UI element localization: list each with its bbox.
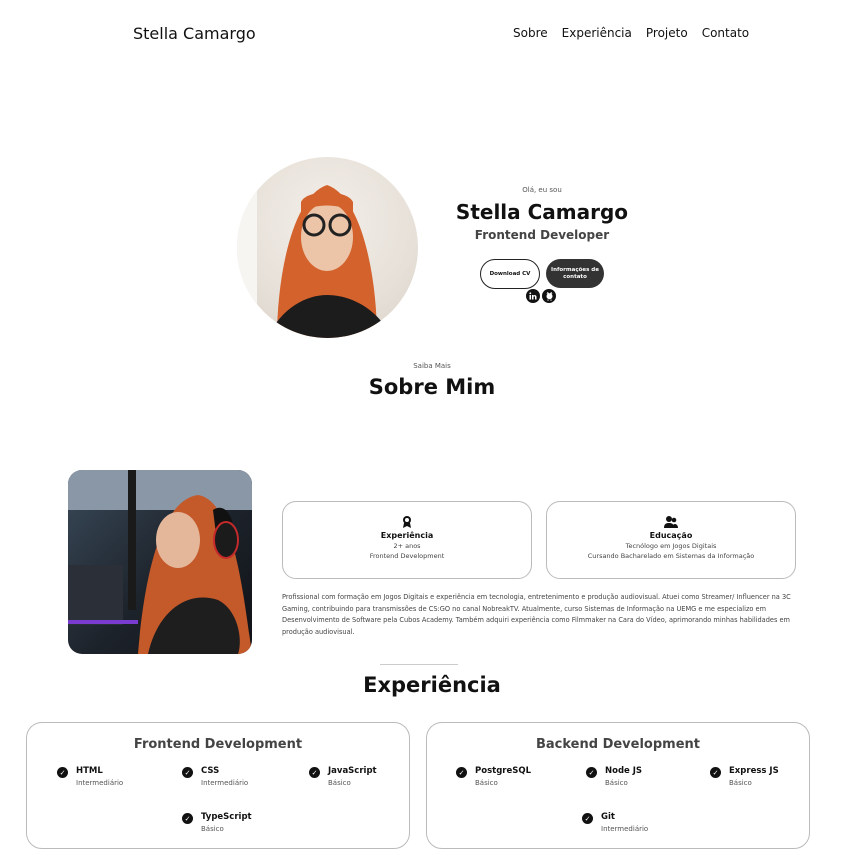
skill-item: ✓ Node JS Básico bbox=[586, 766, 642, 787]
skill-name: HTML bbox=[76, 766, 103, 776]
skill-level: Intermediário bbox=[201, 779, 249, 787]
skill-level: Intermediário bbox=[76, 779, 124, 787]
skill-level: Básico bbox=[605, 779, 628, 787]
check-icon: ✓ bbox=[582, 813, 593, 824]
hero-text: Olá, eu sou Stella Camargo Frontend Deve… bbox=[437, 186, 647, 242]
check-icon: ✓ bbox=[57, 767, 68, 778]
check-icon: ✓ bbox=[182, 767, 193, 778]
experience-card-line: 2+ anos bbox=[393, 542, 421, 550]
skill-level: Básico bbox=[475, 779, 498, 787]
skill-name: Node JS bbox=[605, 766, 643, 776]
education-card: Educação Tecnólogo em Jogos Digitais Cur… bbox=[546, 501, 796, 579]
check-icon: ✓ bbox=[710, 767, 721, 778]
profile-picture bbox=[237, 157, 418, 338]
frontend-skills-card: Frontend Development ✓ HTML Intermediário… bbox=[26, 722, 410, 849]
experience-card: Experiência 2+ anos Frontend Development bbox=[282, 501, 532, 579]
contact-info-button[interactable]: Informações de contato bbox=[546, 259, 604, 288]
hero-role: Frontend Developer bbox=[474, 228, 610, 242]
about-description: Profissional com formação em Jogos Digit… bbox=[282, 593, 791, 636]
nav-item-experiencia[interactable]: Experiência bbox=[562, 26, 632, 40]
skill-item: ✓ PostgreSQL Básico bbox=[456, 766, 531, 787]
skill-name: CSS bbox=[201, 766, 220, 776]
skill-level: Básico bbox=[328, 779, 351, 787]
check-icon: ✓ bbox=[456, 767, 467, 778]
skill-name: TypeScript bbox=[201, 812, 252, 822]
nav-item-contato[interactable]: Contato bbox=[702, 26, 749, 40]
about-title: Sobre Mim bbox=[368, 375, 496, 399]
skill-item: ✓ CSS Intermediário bbox=[182, 766, 248, 787]
award-icon bbox=[283, 514, 531, 528]
experience-card-line: Frontend Development bbox=[369, 552, 445, 560]
social-links bbox=[526, 289, 556, 303]
skill-item: ✓ Git Intermediário bbox=[582, 812, 648, 833]
backend-title: Backend Development bbox=[535, 737, 700, 752]
check-icon: ✓ bbox=[182, 813, 193, 824]
skill-level: Básico bbox=[729, 779, 752, 787]
experience-title: Experiência bbox=[363, 673, 501, 697]
backend-skills-card: Backend Development ✓ PostgreSQL Básico ✓… bbox=[426, 722, 810, 849]
skill-name: JavaScript bbox=[328, 766, 377, 776]
experience-card-title: Experiência bbox=[380, 531, 434, 540]
skill-level: Intermediário bbox=[601, 825, 649, 833]
users-icon bbox=[547, 514, 795, 528]
check-icon: ✓ bbox=[586, 767, 597, 778]
skill-item: ✓ Express JS Básico bbox=[710, 766, 779, 787]
frontend-title: Frontend Development bbox=[133, 737, 303, 752]
skill-item: ✓ TypeScript Básico bbox=[182, 812, 252, 833]
skill-item: ✓ JavaScript Básico bbox=[309, 766, 377, 787]
check-icon: ✓ bbox=[309, 767, 320, 778]
education-card-title: Educação bbox=[649, 531, 693, 540]
skill-name: Express JS bbox=[729, 766, 779, 776]
skill-item: ✓ HTML Intermediário bbox=[57, 766, 123, 787]
hero-greeting: Olá, eu sou bbox=[522, 186, 562, 194]
download-cv-button[interactable]: Download CV bbox=[480, 259, 540, 289]
linkedin-icon[interactable] bbox=[526, 289, 540, 303]
github-icon[interactable] bbox=[542, 289, 556, 303]
about-picture bbox=[68, 470, 252, 654]
education-card-line: Tecnólogo em Jogos Digitais bbox=[625, 542, 717, 550]
education-card-line: Cursando Bacharelado em Sistemas da Info… bbox=[587, 552, 755, 560]
site-logo[interactable]: Stella Camargo bbox=[133, 24, 256, 43]
nav-item-sobre[interactable]: Sobre bbox=[513, 26, 548, 40]
skill-level: Básico bbox=[201, 825, 224, 833]
hero-name: Stella Camargo bbox=[455, 200, 629, 224]
skill-name: Git bbox=[601, 812, 615, 822]
about-subtitle: Saiba Mais bbox=[413, 362, 451, 370]
skill-name: PostgreSQL bbox=[475, 766, 531, 776]
nav-item-projeto[interactable]: Projeto bbox=[646, 26, 688, 40]
main-nav: Sobre Experiência Projeto Contato bbox=[513, 26, 749, 40]
section-divider bbox=[380, 664, 458, 665]
